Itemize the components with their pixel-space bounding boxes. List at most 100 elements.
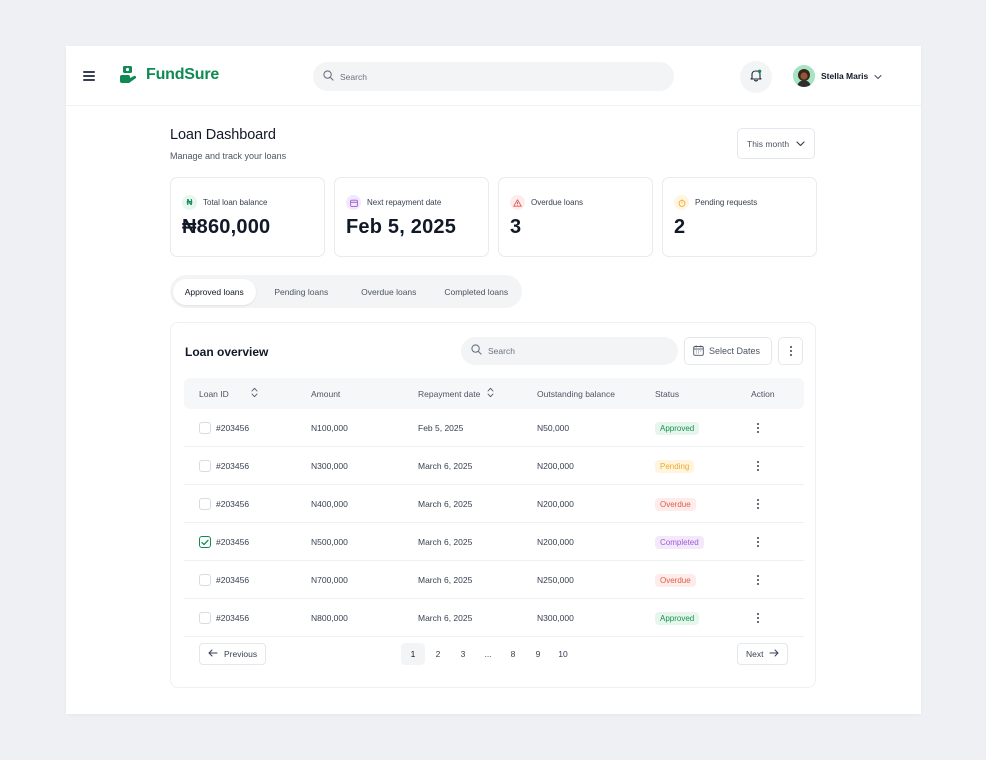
cell-action bbox=[751, 523, 765, 561]
tab-pending-loans[interactable]: Pending loans bbox=[256, 279, 347, 305]
row-checkbox[interactable] bbox=[199, 612, 211, 624]
cell-loan-id: #203456 bbox=[199, 599, 249, 637]
card-value: ₦860,000 bbox=[182, 216, 271, 238]
cell-outstanding-balance: N300,000 bbox=[537, 613, 574, 623]
loan-id: #203456 bbox=[216, 499, 250, 509]
panel-more-button[interactable] bbox=[778, 337, 803, 365]
period-dropdown[interactable]: This month bbox=[737, 128, 815, 159]
cell-repayment-date: March 6, 2025 bbox=[418, 461, 473, 471]
loan-id: #203456 bbox=[216, 423, 250, 433]
cell-outstanding-balance: N50,000 bbox=[537, 423, 570, 433]
row-actions-icon[interactable] bbox=[751, 610, 765, 626]
chevron-down-icon bbox=[789, 139, 805, 149]
table-row[interactable]: #203456 N800,000 March 6, 2025 N300,000 … bbox=[184, 599, 804, 637]
status-badge: Approved bbox=[655, 611, 700, 625]
table-row[interactable]: #203456 N700,000 March 6, 2025 N250,000 … bbox=[184, 561, 804, 599]
menu-icon[interactable] bbox=[83, 71, 95, 81]
row-actions-icon[interactable] bbox=[751, 420, 765, 436]
loan-id: #203456 bbox=[216, 461, 250, 471]
chevron-down-icon bbox=[874, 67, 882, 85]
notifications-button[interactable] bbox=[740, 61, 772, 93]
col-loan-id[interactable]: Loan ID bbox=[199, 378, 258, 409]
row-checkbox[interactable] bbox=[199, 536, 211, 548]
cell-repayment-date: March 6, 2025 bbox=[418, 575, 473, 585]
cell-loan-id: #203456 bbox=[199, 561, 249, 599]
loan-id: #203456 bbox=[216, 575, 250, 585]
cell-repayment-date: Feb 5, 2025 bbox=[418, 423, 464, 433]
cell-action bbox=[751, 561, 765, 599]
table-row[interactable]: #203456 N400,000 March 6, 2025 N200,000 … bbox=[184, 485, 804, 523]
cell-outstanding-balance: N200,000 bbox=[537, 461, 574, 471]
check-icon bbox=[201, 539, 209, 545]
calendar-icon bbox=[346, 195, 361, 210]
page-number[interactable]: 1 bbox=[401, 643, 425, 665]
row-checkbox[interactable] bbox=[199, 498, 211, 510]
cell-loan-id: #203456 bbox=[199, 523, 249, 561]
cell-status: Overdue bbox=[655, 485, 696, 523]
row-checkbox[interactable] bbox=[199, 460, 211, 472]
global-search[interactable] bbox=[313, 62, 674, 91]
status-badge: Pending bbox=[655, 459, 695, 473]
table-row[interactable]: #203456 N300,000 March 6, 2025 N200,000 … bbox=[184, 447, 804, 485]
next-label: Next bbox=[746, 649, 764, 659]
previous-button[interactable]: Previous bbox=[199, 643, 266, 665]
page-number[interactable]: 2 bbox=[426, 643, 450, 665]
loan-tabs: Approved loans Pending loans Overdue loa… bbox=[170, 275, 522, 308]
status-badge: Approved bbox=[655, 421, 700, 435]
cell-action bbox=[751, 599, 765, 637]
cell-amount: N100,000 bbox=[311, 423, 348, 433]
cell-repayment-date: March 6, 2025 bbox=[418, 537, 473, 547]
row-actions-icon[interactable] bbox=[751, 534, 765, 550]
pagination: Previous 1 2 3... 8 9 10 Next bbox=[184, 643, 804, 665]
user-menu[interactable]: Stella Maris bbox=[793, 65, 882, 87]
cell-loan-id: #203456 bbox=[199, 485, 249, 523]
hourglass-icon bbox=[674, 195, 689, 210]
col-repayment-date[interactable]: Repayment date bbox=[418, 378, 494, 409]
calendar-icon bbox=[693, 345, 709, 358]
next-button[interactable]: Next bbox=[737, 643, 788, 665]
loan-id: #203456 bbox=[216, 613, 250, 623]
page-number[interactable]: 10 bbox=[551, 643, 575, 665]
cell-status: Completed bbox=[655, 523, 704, 561]
cell-amount: N800,000 bbox=[311, 613, 348, 623]
loan-id: #203456 bbox=[216, 537, 250, 547]
card-label: Pending requests bbox=[695, 198, 758, 207]
cell-outstanding-balance: N200,000 bbox=[537, 499, 574, 509]
top-bar: FundSure Search Stella Maris bbox=[66, 46, 921, 106]
table-search-input[interactable] bbox=[488, 346, 678, 356]
search-icon bbox=[471, 342, 482, 360]
cell-repayment-date: March 6, 2025 bbox=[418, 499, 473, 509]
table-body: #203456 N100,000 Feb 5, 2025 N50,000 App… bbox=[184, 409, 804, 637]
table-search[interactable] bbox=[461, 337, 678, 365]
status-badge: Completed bbox=[655, 535, 704, 549]
page-number[interactable]: 9 bbox=[526, 643, 550, 665]
tab-overdue-loans[interactable]: Overdue loans bbox=[347, 279, 431, 305]
table-row[interactable]: #203456 N100,000 Feb 5, 2025 N50,000 App… bbox=[184, 409, 804, 447]
row-actions-icon[interactable] bbox=[751, 458, 765, 474]
row-actions-icon[interactable] bbox=[751, 496, 765, 512]
tab-approved-loans[interactable]: Approved loans bbox=[173, 278, 256, 305]
logo-icon bbox=[119, 65, 137, 85]
global-search-input[interactable] bbox=[340, 71, 674, 82]
row-checkbox[interactable] bbox=[199, 574, 211, 586]
logo[interactable]: FundSure bbox=[119, 65, 219, 85]
naira-icon: ₦ bbox=[182, 195, 197, 210]
cell-status: Approved bbox=[655, 409, 700, 447]
page-number[interactable]: 3 bbox=[451, 643, 475, 665]
cell-amount: N400,000 bbox=[311, 499, 348, 509]
page-number[interactable]: 8 bbox=[501, 643, 525, 665]
select-dates-button[interactable]: Select Dates bbox=[684, 337, 772, 365]
row-actions-icon[interactable] bbox=[751, 572, 765, 588]
card-total-loan-balance: ₦ Total loan balance ₦860,000 bbox=[170, 177, 325, 257]
sort-icon bbox=[251, 387, 258, 400]
table-row[interactable]: #203456 N500,000 March 6, 2025 N200,000 … bbox=[184, 523, 804, 561]
tab-completed-loans[interactable]: Completed loans bbox=[431, 279, 522, 305]
col-outstanding-balance: Outstanding balance bbox=[537, 388, 615, 399]
user-name: Stella Maris bbox=[821, 71, 869, 81]
col-amount: Amount bbox=[311, 388, 341, 399]
app-window: FundSure Search Stella Maris Loan Dashbo… bbox=[66, 46, 921, 714]
cell-amount: N700,000 bbox=[311, 575, 348, 585]
row-checkbox[interactable] bbox=[199, 422, 211, 434]
card-value: 3 bbox=[510, 216, 522, 238]
cell-action bbox=[751, 409, 765, 447]
